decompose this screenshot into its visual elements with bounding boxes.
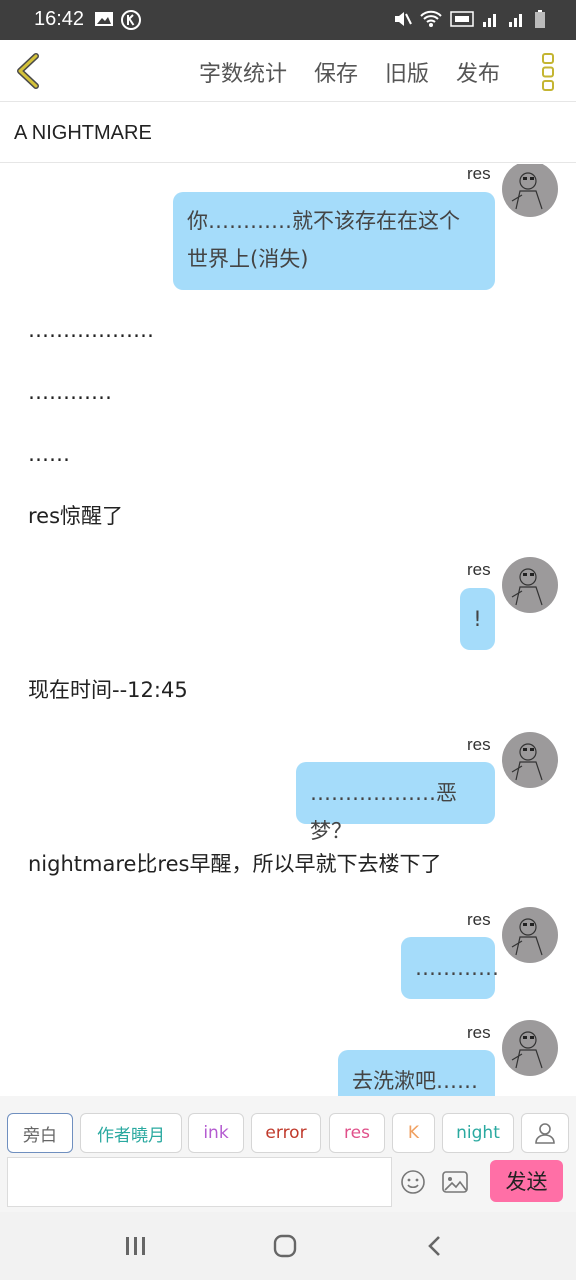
role-selector-bar: 旁白 作者曉月 ink error res K night 发送 [0,1096,576,1212]
avatar[interactable] [502,907,558,963]
mute-icon [395,12,412,26]
story-title[interactable]: A NIGHTMARE [14,122,152,145]
image-icon [95,12,113,26]
speaker-name: res [467,164,491,183]
back-arrow-icon[interactable] [12,52,46,90]
avatar[interactable] [502,732,558,788]
avatar-sketch-icon [511,568,543,606]
image-upload-icon[interactable] [441,1169,469,1195]
narration-text[interactable]: ……………… [28,318,154,342]
role-chip-author[interactable]: 作者曉月 [80,1113,182,1153]
status-bar: 16:42 [0,0,576,40]
avatar-sketch-icon [511,1031,543,1069]
battery-icon [535,10,545,28]
chat-area[interactable]: res 你…………就不该存在在这个 世界上(消失) ……………… ………… ……… [0,164,576,1096]
message-line: ! [473,607,482,631]
role-chip-res[interactable]: res [329,1113,385,1153]
message-bubble[interactable]: ………… [401,937,499,999]
role-label: error [265,1123,307,1143]
role-label: ink [203,1123,229,1143]
person-icon [535,1123,555,1144]
avatar-sketch-icon [511,918,543,956]
role-label: 旁白 [23,1125,57,1146]
avatar-sketch-icon [511,743,543,781]
role-label: 作者曉月 [97,1125,165,1146]
message-line: 你…………就不该存在在这个 [187,209,460,233]
speaker-name: res [467,910,491,929]
send-button[interactable]: 发送 [490,1160,563,1202]
role-label: night [456,1123,500,1143]
narration-text[interactable]: 现在时间--12:45 [28,674,188,704]
role-chip-error[interactable]: error [251,1113,321,1153]
message-bubble[interactable]: 你…………就不该存在在这个 世界上(消失) [173,192,495,290]
speaker-name: res [467,735,491,754]
k-badge-icon [121,10,141,30]
message-bubble[interactable]: ………………恶梦？ [296,762,495,843]
status-time: 16:42 [34,8,85,30]
role-chip-night[interactable]: night [442,1113,514,1153]
volte-icon [450,11,474,27]
back-icon[interactable] [425,1234,445,1258]
toolbar-actions: 字数统计 保存 旧版 发布 [199,56,500,88]
message-input[interactable] [7,1157,392,1207]
publish-button[interactable]: 发布 [456,56,500,88]
role-label: K [407,1123,420,1143]
message-bubble[interactable]: ! [460,588,495,650]
editor-toolbar: 字数统计 保存 旧版 发布 [0,40,576,102]
narration-text[interactable]: ………… [28,380,112,404]
message-line: 去洗漱吧…… [352,1069,478,1093]
story-title-bar: A NIGHTMARE [0,103,576,163]
narration-text[interactable]: res惊醒了 [28,500,123,530]
role-label: res [344,1123,370,1143]
system-nav-bar [0,1212,576,1280]
word-count-button[interactable]: 字数统计 [199,56,287,88]
message-line: ………… [415,956,499,980]
message-bubble[interactable]: 去洗漱吧…… [338,1050,495,1096]
avatar[interactable] [502,1020,558,1076]
status-left-icons [94,9,142,31]
speaker-name: res [467,1023,491,1042]
message-line: 世界上(消失) [187,247,309,271]
wifi-icon [420,10,442,27]
add-role-button[interactable] [521,1113,569,1153]
emoji-icon[interactable] [400,1169,426,1195]
signal-icon-2 [509,14,522,27]
speaker-name: res [467,560,491,579]
narration-text[interactable]: nightmare比res早醒，所以早就下去楼下了 [28,848,441,878]
save-button[interactable]: 保存 [314,56,358,88]
narration-text[interactable]: …… [28,442,70,466]
avatar-sketch-icon [511,172,543,210]
more-options-icon[interactable] [540,52,556,92]
role-chip-k[interactable]: K [392,1113,435,1153]
recent-apps-icon[interactable] [124,1234,148,1258]
old-version-button[interactable]: 旧版 [385,56,429,88]
status-right-icons [392,9,546,29]
home-icon[interactable] [273,1234,297,1258]
role-chip-ink[interactable]: ink [188,1113,244,1153]
role-chip-narrator[interactable]: 旁白 [7,1113,73,1153]
avatar[interactable] [502,164,558,217]
avatar[interactable] [502,557,558,613]
signal-icon [483,14,496,27]
message-line: ………………恶梦？ [310,781,457,843]
